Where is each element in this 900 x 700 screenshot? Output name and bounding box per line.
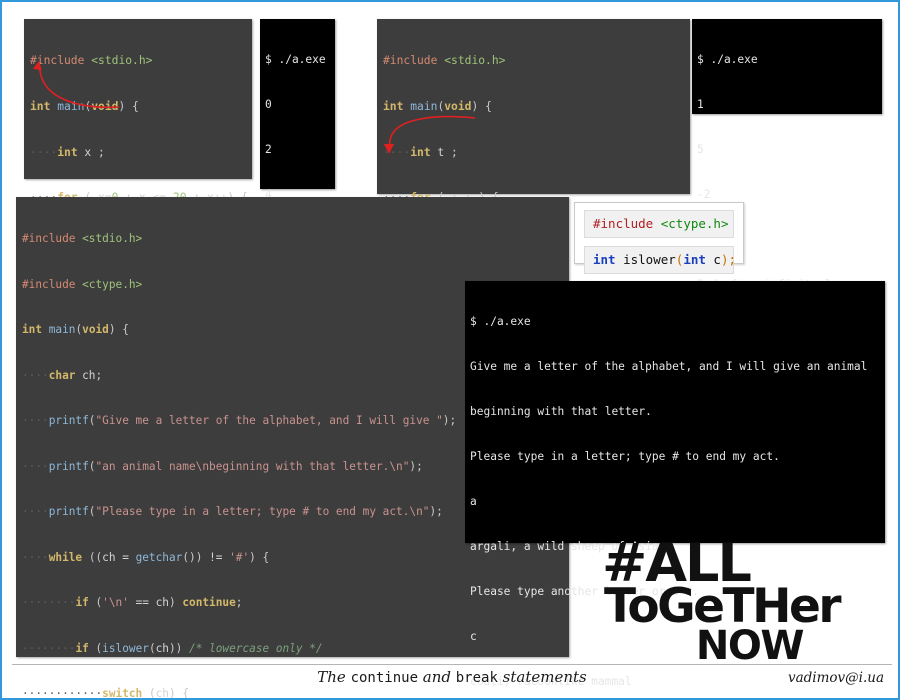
author-email: vadimov@i.ua [787,670,884,686]
terminal-break: $ ./a.exe 1 5 -2 10 End of an infinite l… [692,19,882,291]
code-line: ····int x ; [30,145,105,159]
islower-prototype-box: int islower(int c); [584,246,736,274]
code-line: #include <stdio.h> [30,54,153,68]
logo-line-1: #ALL [602,533,752,594]
footer-divider [12,664,892,665]
code-line: ····int t ; [383,145,458,159]
terminal-line: $ ./a.exe [470,315,531,328]
terminal-line: beginning with that letter. [470,405,652,418]
caption-part-and: and [418,668,456,686]
caption-keyword-continue: continue [350,670,418,686]
all-together-now-logo: #ALL ToGeTHer NOW [602,537,842,666]
caption-part-the: The [317,668,351,686]
terminal-continue: $ ./a.exe 0 2 4 6 8 10 12 14 16 18 20 [260,19,335,561]
terminal-line: $ ./a.exe [265,53,326,66]
terminal-line: 1 [697,98,704,111]
code-line: int main(void) { [30,100,139,113]
code-line: int main(void) { [383,100,492,113]
caption-keyword-break: break [455,670,498,686]
ctype-reference-group: #include <ctype.h> int islower(int c); [574,202,744,274]
code-panel-break: #include <stdio.h> int main(void) { ····… [377,19,690,523]
caption-part-statements: statements [497,668,587,686]
terminal-line: 0 [265,98,272,111]
slide-caption: The continue and break statements [2,668,898,686]
code-line: #include <stdio.h> [383,54,506,68]
terminal-main: $ ./a.exe Give me a letter of the alphab… [465,281,885,688]
code-line: #include <stdio.h> [22,232,143,246]
terminal-line: Give me a letter of the alphabet, and I … [470,360,868,373]
terminal-line: 5 [697,143,704,156]
terminal-line: -2 [697,188,711,201]
slide-canvas: #include <stdio.h> int main(void) { ····… [0,0,900,700]
terminal-line: 2 [265,143,272,156]
terminal-line: $ ./a.exe [697,53,758,66]
ctype-include-box: #include <ctype.h> [584,210,734,238]
code-panel-continue: #include <stdio.h> int main(void) { ····… [24,19,252,478]
terminal-line: a [470,495,477,508]
terminal-line: Please type in a letter; type # to end m… [470,450,780,463]
